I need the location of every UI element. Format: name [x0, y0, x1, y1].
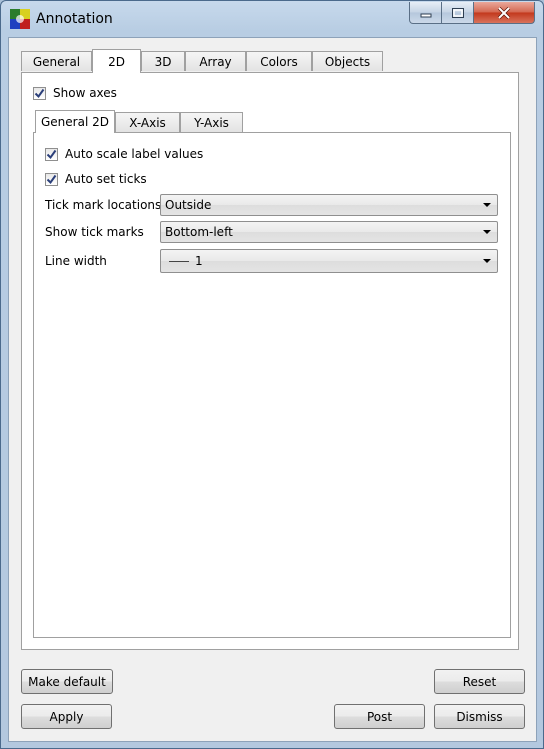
auto-scale-checkbox[interactable] [45, 147, 58, 161]
maximize-button[interactable] [441, 2, 474, 24]
close-icon [497, 6, 511, 19]
line-width-label: Line width [45, 254, 107, 268]
window-title: Annotation [36, 11, 113, 27]
auto-scale-label: Auto scale label values [65, 147, 204, 161]
tab-3d[interactable]: 3D [141, 51, 185, 71]
auto-ticks-label: Auto set ticks [65, 172, 147, 186]
checkmark-icon [46, 174, 57, 184]
line-width-value: 1 [195, 254, 203, 268]
minimize-icon [420, 13, 431, 17]
tab-2d[interactable]: 2D [92, 49, 141, 73]
dismiss-button[interactable]: Dismiss [434, 704, 525, 729]
tab-panel-2d: Show axes General 2D X-Axis Y-Axis Auto … [21, 72, 519, 650]
dialog-client-area: General 2D 3D Array Colors Objects Show … [8, 37, 537, 742]
tab-colors[interactable]: Colors [246, 51, 312, 71]
line-width-select[interactable]: 1 [160, 249, 498, 273]
button-label: Post [366, 709, 393, 724]
tab-label: General 2D [41, 115, 109, 129]
tab-label: General [32, 54, 81, 69]
general-2d-panel: Auto scale label values Auto set ticks T… [33, 132, 511, 638]
chevron-down-icon [483, 230, 491, 234]
tick-locations-value: Outside [165, 198, 212, 212]
tab-label: Y-Axis [194, 115, 229, 130]
title-bar[interactable]: Annotation [1, 1, 543, 37]
tick-locations-select[interactable]: Outside [160, 194, 498, 216]
tick-locations-label: Tick mark locations [45, 198, 162, 212]
show-axes-label: Show axes [53, 86, 117, 100]
tab-x-axis[interactable]: X-Axis [115, 112, 180, 132]
chevron-down-icon [483, 203, 491, 207]
auto-ticks-checkbox[interactable] [45, 172, 58, 186]
tab-label: Colors [260, 54, 298, 69]
show-ticks-value: Bottom-left [165, 225, 233, 239]
auto-ticks-row[interactable]: Auto set ticks [45, 172, 147, 186]
chevron-down-icon [483, 259, 491, 263]
button-label: Dismiss [456, 709, 503, 724]
show-ticks-select[interactable]: Bottom-left [160, 221, 498, 243]
make-default-button[interactable]: Make default [21, 669, 113, 694]
checkmark-icon [46, 149, 57, 159]
tab-label: Array [199, 54, 232, 69]
button-label: Reset [462, 674, 497, 689]
show-axes-row[interactable]: Show axes [33, 86, 117, 100]
button-label: Make default [28, 674, 106, 689]
tab-label: 2D [108, 54, 125, 69]
tab-general-2d[interactable]: General 2D [35, 110, 115, 133]
tab-objects[interactable]: Objects [312, 51, 383, 71]
auto-scale-row[interactable]: Auto scale label values [45, 147, 203, 161]
tab-array[interactable]: Array [185, 51, 246, 71]
line-sample-icon [169, 260, 189, 262]
maximize-icon [451, 7, 464, 18]
reset-button[interactable]: Reset [434, 669, 525, 694]
tab-label: Objects [324, 54, 371, 69]
tab-label: X-Axis [129, 115, 166, 130]
tab-general[interactable]: General [21, 51, 92, 71]
button-label: Apply [49, 709, 84, 724]
close-button[interactable] [473, 2, 535, 24]
show-axes-checkbox[interactable] [33, 86, 46, 100]
tab-y-axis[interactable]: Y-Axis [180, 112, 243, 132]
annotation-app-icon [10, 9, 30, 29]
post-button[interactable]: Post [334, 704, 425, 729]
checkmark-icon [34, 88, 45, 98]
minimize-button[interactable] [409, 2, 442, 24]
apply-button[interactable]: Apply [21, 704, 112, 729]
show-ticks-label: Show tick marks [45, 225, 144, 239]
tab-label: 3D [154, 54, 172, 69]
annotation-window: Annotation General 2D 3D Array Colors Ob… [0, 0, 544, 749]
